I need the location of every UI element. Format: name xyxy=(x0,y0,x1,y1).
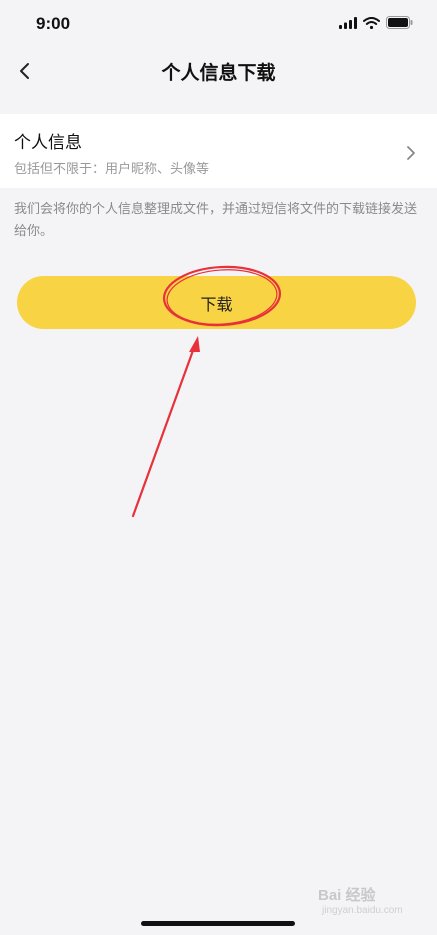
battery-icon xyxy=(386,16,413,29)
watermark-url: jingyan.baidu.com xyxy=(322,905,403,916)
home-indicator[interactable] xyxy=(141,921,295,926)
nav-bar: 个人信息下载 xyxy=(0,46,437,96)
download-button[interactable]: 下载 xyxy=(17,276,416,329)
notice-text: 我们会将你的个人信息整理成文件，并通过短信将文件的下载链接发送给你。 xyxy=(14,202,418,239)
annotation-arrow-head xyxy=(189,336,200,352)
download-button-label: 下载 xyxy=(200,294,233,314)
annotation-arrow-line xyxy=(131,343,197,518)
personal-info-subtitle: 包括但不限于：用户昵称、头像等 xyxy=(14,162,210,177)
watermark: Bai 经验 xyxy=(318,887,376,904)
wifi-icon xyxy=(363,16,380,29)
status-icons xyxy=(339,16,413,29)
page-title: 个人信息下载 xyxy=(161,62,276,84)
cellular-signal-icon xyxy=(339,16,357,29)
chevron-right-icon xyxy=(407,146,415,160)
personal-info-row[interactable]: 个人信息 包括但不限于：用户昵称、头像等 xyxy=(0,114,437,188)
status-bar: 9:00 xyxy=(0,0,437,46)
personal-info-title: 个人信息 xyxy=(14,133,82,153)
status-time: 9:00 xyxy=(36,14,71,33)
